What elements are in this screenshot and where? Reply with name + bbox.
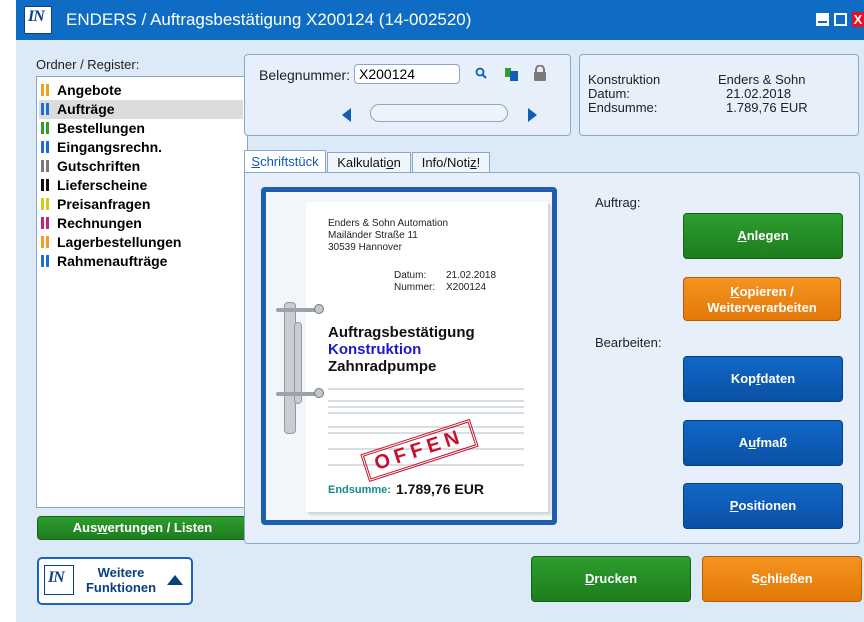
close-button[interactable]: X <box>852 12 864 27</box>
offen-stamp: OFFEN <box>360 418 479 483</box>
summary-value-customer: Enders & Sohn <box>718 72 806 87</box>
drucken-button[interactable]: Drucken <box>531 556 691 602</box>
tab-kalkulation[interactable]: Kalkulation <box>327 152 411 173</box>
doc-address-line: Mailänder Straße 11 <box>328 230 418 241</box>
weitere-funktionen-label: Weitere Funktionen <box>85 565 157 595</box>
folder-item-lagerbestellungen[interactable]: Lagerbestellungen <box>39 233 243 252</box>
search-panel: Belegnummer: <box>244 54 571 136</box>
folder-item-rechnungen[interactable]: Rechnungen <box>39 214 243 233</box>
folder-icon <box>41 160 51 172</box>
folder-icon <box>41 122 51 134</box>
doc-nummer-label: Nummer: <box>394 282 436 293</box>
folder-item-bestellungen[interactable]: Bestellungen <box>39 119 243 138</box>
summary-label-endsumme: Endsumme: <box>588 100 658 115</box>
folder-icon <box>41 179 51 191</box>
folder-icon <box>41 103 51 115</box>
kopfdaten-button[interactable]: Kopfdaten <box>683 356 843 402</box>
doc-datum-label: Datum: <box>394 270 427 281</box>
folder-list-label: Ordner / Register: <box>36 57 140 72</box>
doc-table-line <box>328 426 524 428</box>
bearbeiten-section-label: Bearbeiten: <box>595 335 662 350</box>
previous-record-arrow-icon[interactable] <box>342 108 351 122</box>
doc-datum-value: 21.02.2018 <box>446 270 497 281</box>
copy-document-icon[interactable] <box>505 67 519 81</box>
positionen-button[interactable]: Positionen <box>683 483 843 529</box>
aufmass-button[interactable]: Aufmaß <box>683 420 843 466</box>
folder-icon <box>41 236 51 248</box>
folder-icon <box>41 141 51 153</box>
document-preview[interactable]: Enders & Sohn Automation Mailänder Straß… <box>261 187 557 525</box>
summary-label-datum: Datum: <box>588 86 630 101</box>
doc-nummer-value: X200124 <box>446 282 487 293</box>
doc-table-line <box>328 412 524 414</box>
folder-icon <box>41 198 51 210</box>
folder-item-lieferscheine[interactable]: Lieferscheine <box>39 176 243 195</box>
auftrag-section-label: Auftrag: <box>595 195 641 210</box>
doc-heading-konstruktion: Konstruktion <box>328 341 422 358</box>
folder-item-rahmenauftraege[interactable]: Rahmenaufträge <box>39 252 243 271</box>
application-window: IN ENDERS / Auftragsbestätigung X200124 … <box>16 0 864 622</box>
folder-item-eingangsrechnungen[interactable]: Eingangsrechn. <box>39 138 243 157</box>
auswertungen-listen-button[interactable]: Auswertungen / Listen <box>37 516 248 540</box>
maximize-button[interactable] <box>834 13 847 26</box>
kopieren-weiterverarbeiten-button[interactable]: Kopieren / Weiterverarbeiten <box>683 277 841 321</box>
doc-heading-type: Auftragsbestätigung <box>328 324 475 341</box>
tab-info-notiz[interactable]: Info/Notiz! <box>412 152 490 173</box>
doc-table-line <box>328 406 524 408</box>
app-logo-icon: IN <box>24 6 52 34</box>
doc-address-line: 30539 Hannover <box>328 242 402 253</box>
document-page: Enders & Sohn Automation Mailänder Straß… <box>306 202 548 512</box>
app-logo-icon: IN <box>44 565 74 595</box>
doc-heading-product: Zahnradpumpe <box>328 358 437 375</box>
anlegen-button[interactable]: Anlegen <box>683 213 843 259</box>
folder-item-preisanfragen[interactable]: Preisanfragen <box>39 195 243 214</box>
document-summary-panel: Konstruktion Enders & Sohn Datum: 21.02.… <box>579 54 859 136</box>
summary-label-konstruktion: Konstruktion <box>588 72 661 87</box>
arrow-up-icon <box>167 575 183 585</box>
doc-table-line <box>328 388 524 390</box>
tab-schriftstueck[interactable]: Schriftstück <box>244 150 326 173</box>
title-bar[interactable]: IN ENDERS / Auftragsbestätigung X200124 … <box>16 0 864 40</box>
belegnummer-label: Belegnummer: <box>259 67 351 83</box>
folder-icon <box>41 255 51 267</box>
record-navigation-slider[interactable] <box>370 104 508 122</box>
doc-endsumme-label: Endsumme: <box>328 484 391 496</box>
doc-endsumme-value: 1.789,76 EUR <box>396 481 484 497</box>
folder-icon <box>41 217 51 229</box>
folder-icon <box>41 84 51 96</box>
doc-table-line <box>328 464 524 466</box>
folder-item-auftraege[interactable]: Aufträge <box>39 100 243 119</box>
doc-address-line: Enders & Sohn Automation <box>328 218 449 229</box>
folder-item-angebote[interactable]: Angebote <box>39 81 243 100</box>
search-icon[interactable] <box>475 67 487 79</box>
weitere-funktionen-button[interactable]: IN Weitere Funktionen <box>37 557 193 605</box>
doc-table-line <box>328 400 524 402</box>
summary-value-endsumme: 1.789,76 EUR <box>726 100 808 115</box>
schliessen-button[interactable]: Schließen <box>702 556 862 602</box>
belegnummer-input[interactable] <box>354 64 460 84</box>
summary-value-datum: 21.02.2018 <box>726 86 792 101</box>
minimize-button[interactable] <box>816 13 829 26</box>
folder-item-gutschriften[interactable]: Gutschriften <box>39 157 243 176</box>
folder-list[interactable]: Angebote Aufträge Bestellungen Eingangsr… <box>36 76 248 508</box>
schriftstueck-panel: Enders & Sohn Automation Mailänder Straß… <box>244 172 860 544</box>
lock-icon[interactable] <box>533 65 547 81</box>
window-title: ENDERS / Auftragsbestätigung X200124 (14… <box>66 10 472 29</box>
next-record-arrow-icon[interactable] <box>528 108 537 122</box>
